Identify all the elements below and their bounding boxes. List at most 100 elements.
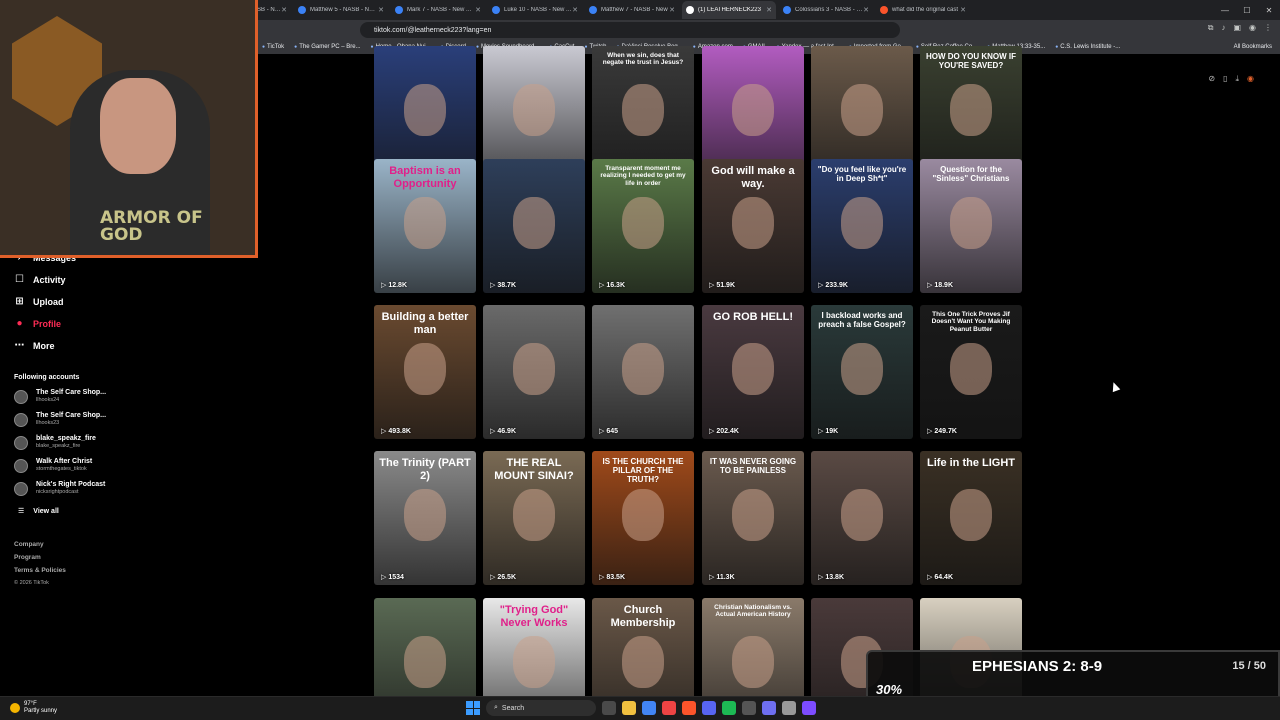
video-caption: I backload works and preach a false Gosp… (818, 311, 906, 330)
browser-tab[interactable]: (1) LEATHERNECK223 ✕ (682, 1, 776, 19)
video-tile[interactable]: THE REAL MOUNT SINAI? ▷ 26.5K (483, 451, 585, 585)
sidebar-item-label: Upload (33, 296, 64, 307)
search-label: Search (501, 704, 525, 712)
browser-tab[interactable]: what did the original cast ✕ (876, 1, 970, 19)
browser-tab[interactable]: Colossians 3 - NASB - New ✕ (779, 1, 873, 19)
tab-close-icon[interactable]: ✕ (766, 6, 772, 14)
weather-temp: 97°F (24, 701, 37, 707)
video-tile[interactable]: I backload works and preach a false Gosp… (811, 305, 913, 439)
taskbar-app-icon[interactable] (802, 701, 816, 715)
video-caption: Question for the "Sinless" Christians (932, 165, 1010, 184)
footer-terms[interactable]: Terms & Policies (14, 564, 66, 577)
following-account[interactable]: Walk After Christ stormthegates_tiktok (14, 458, 92, 473)
sidebar-item-activity[interactable]: ☐ Activity (14, 274, 66, 285)
taskbar-app-icon[interactable] (642, 701, 656, 715)
thumbnail-subject (513, 636, 555, 688)
following-account[interactable]: Nick's Right Podcast nicksrightpodcast (14, 481, 105, 496)
maximize-icon[interactable]: ☐ (1236, 6, 1258, 15)
toolbar-icons: ⧉ ♪ ▣ ◉ ⋮ (1208, 23, 1272, 33)
taskbar-search[interactable]: ⌕ Search (486, 700, 596, 716)
address-bar[interactable]: tiktok.com/@leatherneck223?lang=en (360, 22, 900, 38)
menu-icon[interactable]: ⋮ (1264, 23, 1272, 33)
sidebar-item-upload[interactable]: ⊞ Upload (14, 296, 64, 307)
taskbar-app-icon[interactable] (782, 701, 796, 715)
download-icon[interactable]: ⤓ (1235, 74, 1239, 84)
view-count-value: 645 (606, 428, 619, 435)
taskbar-app-icon[interactable] (742, 701, 756, 715)
weather-widget[interactable]: 97°F Partly sunny (10, 701, 57, 715)
taskbar-app-icon[interactable] (622, 701, 636, 715)
all-bookmarks-button[interactable]: All Bookmarks (1234, 44, 1272, 50)
video-tile[interactable]: This One Trick Proves Jif Doesn't Want Y… (920, 305, 1022, 439)
taskbar-app-icon[interactable] (762, 701, 776, 715)
video-tile[interactable]: IT WAS NEVER GOING TO BE PAINLESS ▷ 11.3K (702, 451, 804, 585)
taskbar-app-icon[interactable] (722, 701, 736, 715)
footer-program[interactable]: Program (14, 551, 66, 564)
sidebar-item-profile[interactable]: ● Profile (14, 318, 61, 329)
tab-close-icon[interactable]: ✕ (960, 6, 966, 14)
taskbar-app-icon[interactable] (702, 701, 716, 715)
profile-icon[interactable]: ◉ (1249, 23, 1256, 33)
tab-close-icon[interactable]: ✕ (281, 6, 287, 14)
taskbar-app-icon[interactable] (662, 701, 676, 715)
video-tile[interactable]: ▷ 46.9K (483, 305, 585, 439)
browser-tab[interactable]: Matthew 5 - NASB - New A ✕ (294, 1, 388, 19)
screenshot-icon[interactable]: ▣ (1233, 23, 1241, 33)
video-tile[interactable]: ▷ 13.8K (811, 451, 913, 585)
thumbnail-subject (950, 343, 992, 395)
bookmark-item[interactable]: TicTok (262, 44, 284, 50)
bookmark-item[interactable]: C.S. Lewis Institute -... (1055, 44, 1120, 50)
video-tile[interactable]: Question for the "Sinless" Christians ▷ 1… (920, 159, 1022, 293)
browser-tab[interactable]: Mark 7 - NASB - New Amer ✕ (391, 1, 485, 19)
view-count: ▷ 249.7K (927, 428, 957, 435)
view-all-button[interactable]: ☰ View all (18, 507, 59, 515)
tab-close-icon[interactable]: ✕ (669, 6, 675, 14)
footer-company[interactable]: Company (14, 538, 66, 551)
thumbnail-subject (732, 636, 774, 688)
video-caption: IT WAS NEVER GOING TO BE PAINLESS (709, 457, 797, 476)
video-tile[interactable]: Life in the LIGHT ▷ 64.4K (920, 451, 1022, 585)
phone-icon[interactable]: ▯ (1223, 74, 1227, 84)
view-count-value: 1534 (388, 574, 404, 581)
sidebar-item-more[interactable]: ⋯ More (14, 340, 55, 351)
taskbar-app-icon[interactable] (682, 701, 696, 715)
bookmark-item[interactable]: The Gamer PC – Bre... (294, 44, 360, 50)
user-avatar-icon[interactable]: ◉ (1247, 74, 1254, 84)
tab-close-icon[interactable]: ✕ (475, 6, 481, 14)
video-tile[interactable]: ▷ 645 (592, 305, 694, 439)
video-tile[interactable]: GO ROB HELL! ▷ 202.4K (702, 305, 804, 439)
video-tile[interactable]: IS THE CHURCH THE PILLAR OF THE TRUTH? ▷ … (592, 451, 694, 585)
following-account[interactable]: blake_speakz_fire blake_speakz_fire (14, 435, 96, 450)
minimize-icon[interactable]: — (1214, 6, 1236, 15)
following-account[interactable]: The Self Care Shop... llhooks23 (14, 412, 106, 427)
browser-tab[interactable]: Luke 10 - NASB - New Am ✕ (488, 1, 582, 19)
video-tile[interactable]: Transparent moment me realizing I needed… (592, 159, 694, 293)
extensions-icon[interactable]: ⧉ (1208, 23, 1214, 33)
view-count: ▷ 26.5K (490, 574, 517, 581)
video-caption: Building a better man (381, 311, 469, 336)
video-caption: Church Membership (610, 604, 676, 629)
video-tile[interactable]: Baptism is an Opportunity ▷ 12.8K (374, 159, 476, 293)
taskbar-apps: ⌕ Search (466, 700, 816, 716)
tab-close-icon[interactable]: ✕ (863, 6, 869, 14)
video-tile[interactable]: "Do you feel like you're in Deep Sh*t" ▷ … (811, 159, 913, 293)
view-count: ▷ 1534 (381, 574, 404, 581)
video-tile[interactable]: The Trinity (PART 2) ▷ 1534 (374, 451, 476, 585)
following-account[interactable]: The Self Care Shop... llhooks24 (14, 389, 106, 404)
view-count-value: 19K (825, 428, 839, 435)
account-name: Nick's Right Podcast (36, 481, 106, 488)
taskbar-app-icon[interactable] (602, 701, 616, 715)
music-icon[interactable]: ♪ (1221, 23, 1225, 33)
browser-tab[interactable]: Matthew 7 - NASB - New ✕ (585, 1, 679, 19)
video-tile[interactable]: ▷ 38.7K (483, 159, 585, 293)
video-tile[interactable]: Building a better man ▷ 493.8K (374, 305, 476, 439)
view-count-value: 83.5K (606, 574, 626, 581)
view-count-value: 12.8K (388, 282, 408, 289)
settings-icon[interactable]: ⊘ (1208, 74, 1215, 84)
windows-start-icon[interactable] (466, 701, 480, 715)
tab-close-icon[interactable]: ✕ (572, 6, 578, 14)
tab-close-icon[interactable]: ✕ (378, 6, 384, 14)
close-icon[interactable]: ✕ (1258, 6, 1280, 15)
video-tile[interactable]: God will make a way. ▷ 51.9K (702, 159, 804, 293)
thumbnail-subject (622, 489, 664, 541)
